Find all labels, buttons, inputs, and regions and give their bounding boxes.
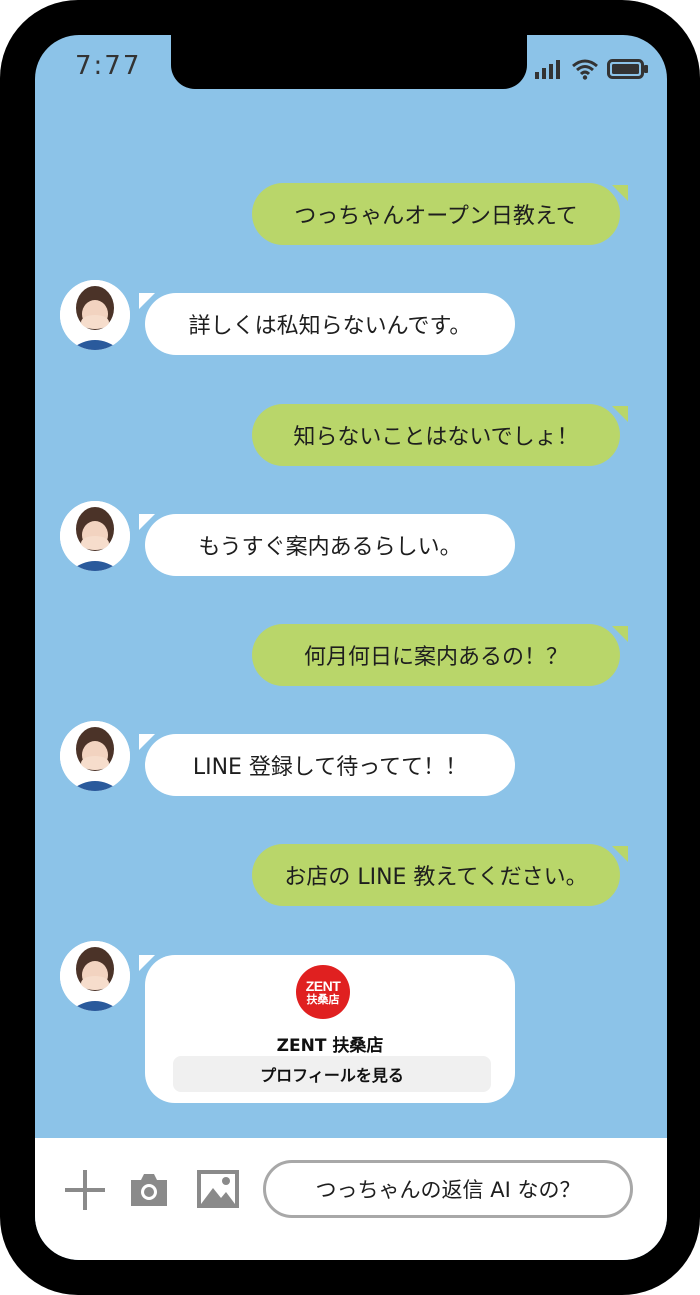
bot-message-bubble: LINE 登録して待ってて！！ [145, 734, 515, 796]
bot-message-bubble: 詳しくは私知らないんです。 [145, 293, 515, 355]
notch [171, 35, 527, 89]
user-message-bubble: お店の LINE 教えてください。 [252, 844, 620, 906]
image-icon[interactable] [195, 1166, 241, 1212]
profile-name: ZENT 扶桑店 [276, 1036, 384, 1056]
user-message-bubble: 知らないことはないでしょ！ [252, 404, 620, 466]
avatar-photo-icon [60, 721, 130, 791]
battery-icon [607, 59, 648, 79]
bubble-tail [612, 185, 628, 201]
camera-icon[interactable] [127, 1168, 171, 1212]
logo-subtext: 扶桑店 [306, 993, 340, 1006]
chat-screen: 7:77 つっちゃんオープン日教えて 詳しくは私知らないんです。 知らないことは… [35, 35, 667, 1260]
avatar-photo-icon [60, 501, 130, 571]
bot-message-bubble: もうすぐ案内あるらしい。 [145, 514, 515, 576]
logo-text: ZENT [305, 978, 341, 994]
profile-card: ZENT 扶桑店 ZENT 扶桑店 プロフィールを見る [145, 955, 515, 1103]
avatar[interactable] [60, 941, 130, 1011]
avatar[interactable] [60, 280, 130, 350]
wifi-icon [572, 59, 598, 80]
user-message-bubble: つっちゃんオープン日教えて [252, 183, 620, 245]
bubble-tail [612, 406, 628, 422]
signal-icon [535, 60, 560, 79]
user-message-bubble: 何月何日に案内あるの！？ [252, 624, 620, 686]
avatar-photo-icon [60, 941, 130, 1011]
status-time: 7:77 [75, 51, 142, 81]
bubble-tail [612, 846, 628, 862]
shop-logo: ZENT 扶桑店 [296, 965, 350, 1019]
phone-frame: 7:77 つっちゃんオープン日教えて 詳しくは私知らないんです。 知らないことは… [0, 0, 700, 1295]
input-bar: つっちゃんの返信 AI なの？ [35, 1138, 667, 1260]
message-input[interactable]: つっちゃんの返信 AI なの？ [263, 1160, 633, 1218]
bubble-tail [612, 626, 628, 642]
avatar[interactable] [60, 721, 130, 791]
avatar[interactable] [60, 501, 130, 571]
status-icons [535, 55, 649, 83]
avatar-photo-icon [60, 280, 130, 350]
plus-icon[interactable] [63, 1168, 107, 1212]
view-profile-button[interactable]: プロフィールを見る [173, 1056, 491, 1092]
